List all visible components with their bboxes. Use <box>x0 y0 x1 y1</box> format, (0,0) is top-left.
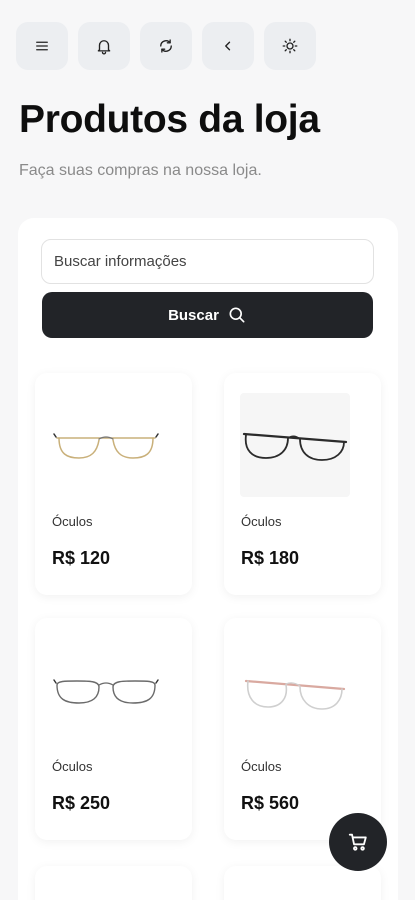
product-name: Óculos <box>241 514 282 529</box>
glasses-icon <box>53 433 159 459</box>
notifications-button[interactable] <box>78 22 130 70</box>
page-subtitle: Faça suas compras na nossa loja. <box>19 162 262 179</box>
menu-button[interactable] <box>16 22 68 70</box>
product-name: Óculos <box>52 759 93 774</box>
bell-icon <box>97 40 111 55</box>
search-button-label: Buscar <box>168 306 219 324</box>
glasses-icon <box>242 432 348 461</box>
page-title: Produtos da loja <box>19 98 320 141</box>
cart-icon <box>348 833 367 851</box>
back-button[interactable] <box>202 22 254 70</box>
product-card[interactable] <box>224 866 381 900</box>
product-card[interactable]: Óculos R$ 250 <box>35 618 192 840</box>
product-image <box>240 393 350 497</box>
cart-button[interactable] <box>329 813 387 871</box>
product-name: Óculos <box>52 514 93 529</box>
product-price: R$ 250 <box>52 793 111 813</box>
product-name: Óculos <box>241 759 282 774</box>
search-input[interactable] <box>41 239 374 284</box>
menu-icon <box>36 41 48 51</box>
top-toolbar <box>16 22 316 70</box>
product-price: R$ 560 <box>241 793 300 813</box>
product-card[interactable]: Óculos R$ 180 <box>224 373 381 595</box>
product-image <box>51 638 161 742</box>
glasses-icon <box>53 679 159 704</box>
product-card[interactable]: Óculos R$ 560 <box>224 618 381 840</box>
glasses-icon <box>244 679 346 710</box>
back-chevron-icon <box>225 41 231 51</box>
product-price: R$ 120 <box>52 548 111 568</box>
refresh-icon <box>160 39 172 53</box>
search-button[interactable]: Buscar <box>42 292 373 338</box>
refresh-button[interactable] <box>140 22 192 70</box>
product-price: R$ 180 <box>241 548 300 568</box>
sun-icon <box>282 38 298 54</box>
product-image <box>240 638 350 742</box>
product-image <box>51 393 161 497</box>
product-card[interactable] <box>35 866 192 900</box>
product-card[interactable]: Óculos R$ 120 <box>35 373 192 595</box>
theme-toggle-button[interactable] <box>264 22 316 70</box>
search-icon <box>229 307 245 323</box>
